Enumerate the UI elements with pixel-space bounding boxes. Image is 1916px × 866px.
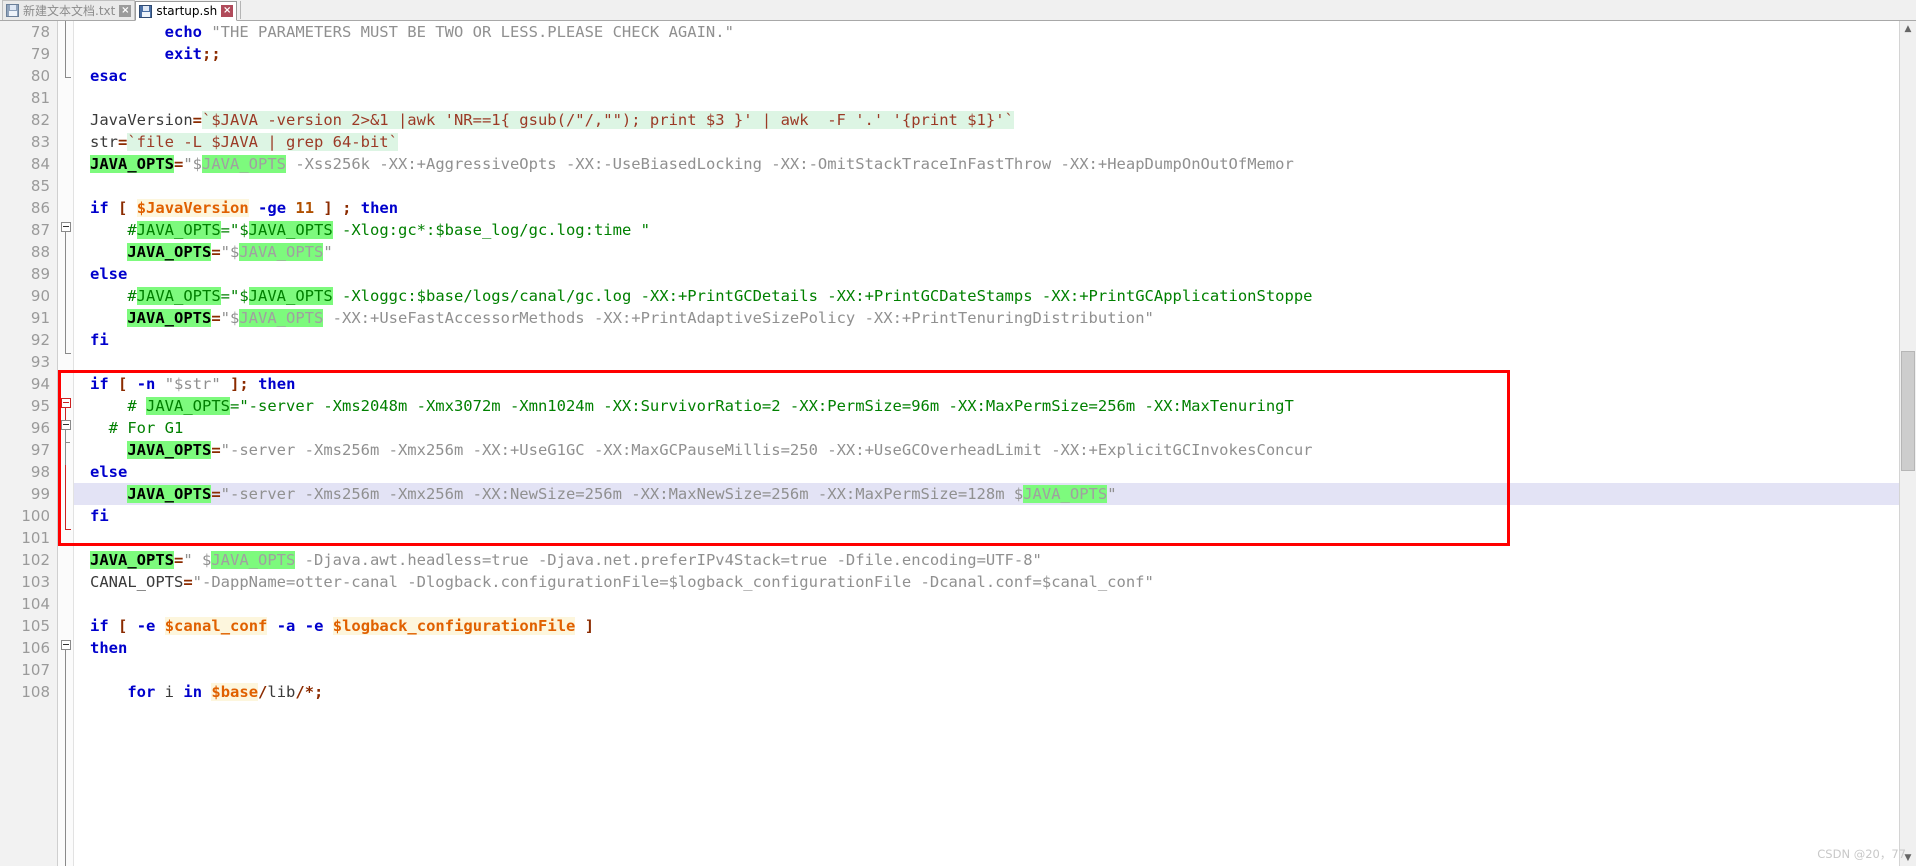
tab-bar: 新建文本文档.txt × startup.sh × [0, 0, 1916, 21]
line-number: 94 [30, 375, 50, 393]
code-line[interactable] [74, 175, 1916, 197]
tab-startup-sh[interactable]: startup.sh × [135, 1, 238, 21]
close-icon[interactable]: × [119, 4, 132, 17]
code-line[interactable]: # For G1 [74, 417, 1916, 439]
code-line[interactable]: # JAVA_OPTS="-server -Xms2048m -Xmx3072m… [74, 395, 1916, 417]
code-line[interactable]: #JAVA_OPTS="$JAVA_OPTS -Xlog:gc*:$base_l… [74, 219, 1916, 241]
editor-area: 78 79 80 81 82 83 84 85 86 87 88 89 90 91 92 93 94 95 96 97… [0, 21, 1916, 866]
line-number: 97 [30, 441, 50, 459]
code-line[interactable] [74, 527, 1916, 549]
code-line[interactable]: if [ $JavaVersion -ge 11 ] ; then [74, 197, 1916, 219]
code-folding-gutter[interactable] [58, 21, 74, 866]
line-number-gutter: 78 79 80 81 82 83 84 85 86 87 88 89 90 91 92 93 94 95 96 97… [0, 21, 58, 866]
scroll-up-arrow[interactable]: ▲ [1900, 21, 1916, 37]
line-number: 80 [30, 67, 50, 85]
code-line[interactable]: JAVA_OPTS="$JAVA_OPTS -Xss256k -XX:+Aggr… [74, 153, 1916, 175]
line-number: 86 [30, 199, 50, 217]
code-line[interactable]: JAVA_OPTS="$JAVA_OPTS" [74, 241, 1916, 263]
line-number: 81 [30, 89, 50, 107]
code-line[interactable]: then [74, 637, 1916, 659]
fold-end-marker [65, 77, 71, 78]
code-line[interactable]: for i in $base/lib/*; [74, 681, 1916, 703]
fold-line [65, 232, 66, 353]
code-line[interactable]: CANAL_OPTS="-DappName=otter-canal -Dlogb… [74, 571, 1916, 593]
code-line[interactable]: str=`file -L $JAVA | grep 64-bit` [74, 131, 1916, 153]
code-line[interactable]: exit;; [74, 43, 1916, 65]
line-number: 93 [30, 353, 50, 371]
fold-collapse-box[interactable] [61, 640, 71, 650]
line-number: 95 [30, 397, 50, 415]
fold-collapse-box[interactable] [61, 420, 71, 430]
code-line[interactable]: else [74, 461, 1916, 483]
code-line[interactable]: fi [74, 505, 1916, 527]
code-line-current[interactable]: JAVA_OPTS="-server -Xms256m -Xmx256m -XX… [74, 483, 1916, 505]
line-number: 92 [30, 331, 50, 349]
code-line[interactable]: fi [74, 329, 1916, 351]
code-line[interactable] [74, 87, 1916, 109]
line-number: 102 [21, 551, 50, 569]
line-number: 101 [21, 529, 50, 547]
line-number: 107 [21, 661, 50, 679]
code-line[interactable]: JAVA_OPTS="$JAVA_OPTS -XX:+UseFastAccess… [74, 307, 1916, 329]
fold-collapse-box[interactable] [61, 222, 71, 232]
fold-collapse-box[interactable] [61, 398, 71, 408]
line-number: 104 [21, 595, 50, 613]
code-line[interactable] [74, 659, 1916, 681]
line-number: 106 [21, 639, 50, 657]
code-line[interactable]: JAVA_OPTS=" $JAVA_OPTS -Djava.awt.headle… [74, 549, 1916, 571]
floppy-disk-icon [6, 4, 19, 17]
tab-new-text-document[interactable]: 新建文本文档.txt × [2, 0, 136, 20]
fold-tick [65, 442, 70, 443]
line-number: 82 [30, 111, 50, 129]
code-text-area[interactable]: echo "THE PARAMETERS MUST BE TWO OR LESS… [74, 21, 1916, 866]
line-number: 108 [21, 683, 50, 701]
line-number: 105 [21, 617, 50, 635]
fold-line [65, 430, 66, 465]
line-number: 88 [30, 243, 50, 261]
line-number: 85 [30, 177, 50, 195]
fold-end-marker [65, 353, 71, 354]
code-line[interactable]: JavaVersion=`$JAVA -version 2>&1 |awk 'N… [74, 109, 1916, 131]
line-number: 83 [30, 133, 50, 151]
line-number: 79 [30, 45, 50, 63]
code-line[interactable]: JAVA_OPTS="-server -Xms256m -Xmx256m -XX… [74, 439, 1916, 461]
floppy-disk-icon [139, 4, 153, 18]
code-line[interactable]: if [ -n "$str" ]; then [74, 373, 1916, 395]
close-icon[interactable]: × [221, 5, 234, 17]
vertical-scrollbar[interactable]: ▲ ▼ [1899, 21, 1916, 866]
line-number: 87 [30, 221, 50, 239]
code-line[interactable]: if [ -e $canal_conf -a -e $logback_confi… [74, 615, 1916, 637]
code-line[interactable]: echo "THE PARAMETERS MUST BE TWO OR LESS… [74, 21, 1916, 43]
code-line[interactable]: esac [74, 65, 1916, 87]
watermark: CSDN @20，77 [1817, 847, 1906, 861]
line-number: 103 [21, 573, 50, 591]
fold-line [65, 650, 66, 866]
tab-label: 新建文本文档.txt [23, 4, 116, 18]
code-line[interactable] [74, 351, 1916, 373]
line-number: 90 [30, 287, 50, 305]
code-line[interactable]: #JAVA_OPTS="$JAVA_OPTS -Xloggc:$base/log… [74, 285, 1916, 307]
scrollbar-thumb[interactable] [1901, 351, 1915, 471]
code-line[interactable] [74, 593, 1916, 615]
tab-label: startup.sh [156, 4, 218, 18]
line-number: 89 [30, 265, 50, 283]
line-number: 99 [30, 485, 50, 503]
line-number: 84 [30, 155, 50, 173]
line-number: 98 [30, 463, 50, 481]
tab-divider [240, 1, 242, 19]
fold-end-marker [65, 529, 71, 530]
line-number: 100 [21, 507, 50, 525]
line-number: 91 [30, 309, 50, 327]
fold-line [65, 21, 66, 77]
line-number: 96 [30, 419, 50, 437]
line-number: 78 [30, 23, 50, 41]
code-line[interactable]: else [74, 263, 1916, 285]
